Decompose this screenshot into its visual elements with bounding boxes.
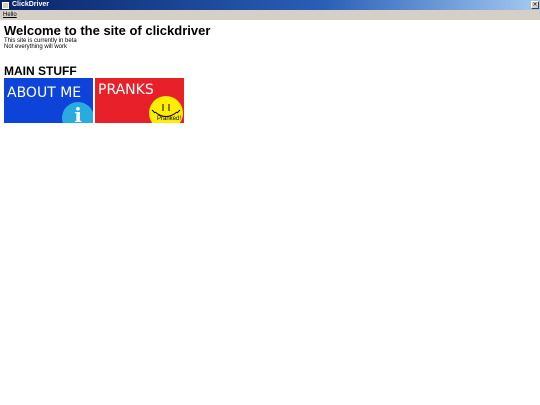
pranked-badge: Pranked! (157, 116, 182, 122)
window-title: ClickDriver (12, 1, 49, 8)
warning-notice: Not everything will work (4, 44, 68, 50)
close-button[interactable]: × (531, 1, 539, 9)
menubar: Hello (0, 10, 540, 20)
page-title: Welcome to the site of clickdriver (4, 23, 211, 38)
menu-item-hello[interactable]: Hello (3, 10, 17, 20)
section-title: MAIN STUFF (4, 64, 77, 78)
app-icon (2, 1, 9, 9)
info-icon-glyph: i (74, 103, 82, 123)
pranks-tile[interactable]: PRANKS Pranked! (95, 78, 184, 123)
about-me-label: ABOUT ME (7, 85, 82, 101)
window-titlebar[interactable]: ClickDriver × (0, 0, 540, 10)
about-me-tile[interactable]: ABOUT ME i (4, 78, 93, 123)
